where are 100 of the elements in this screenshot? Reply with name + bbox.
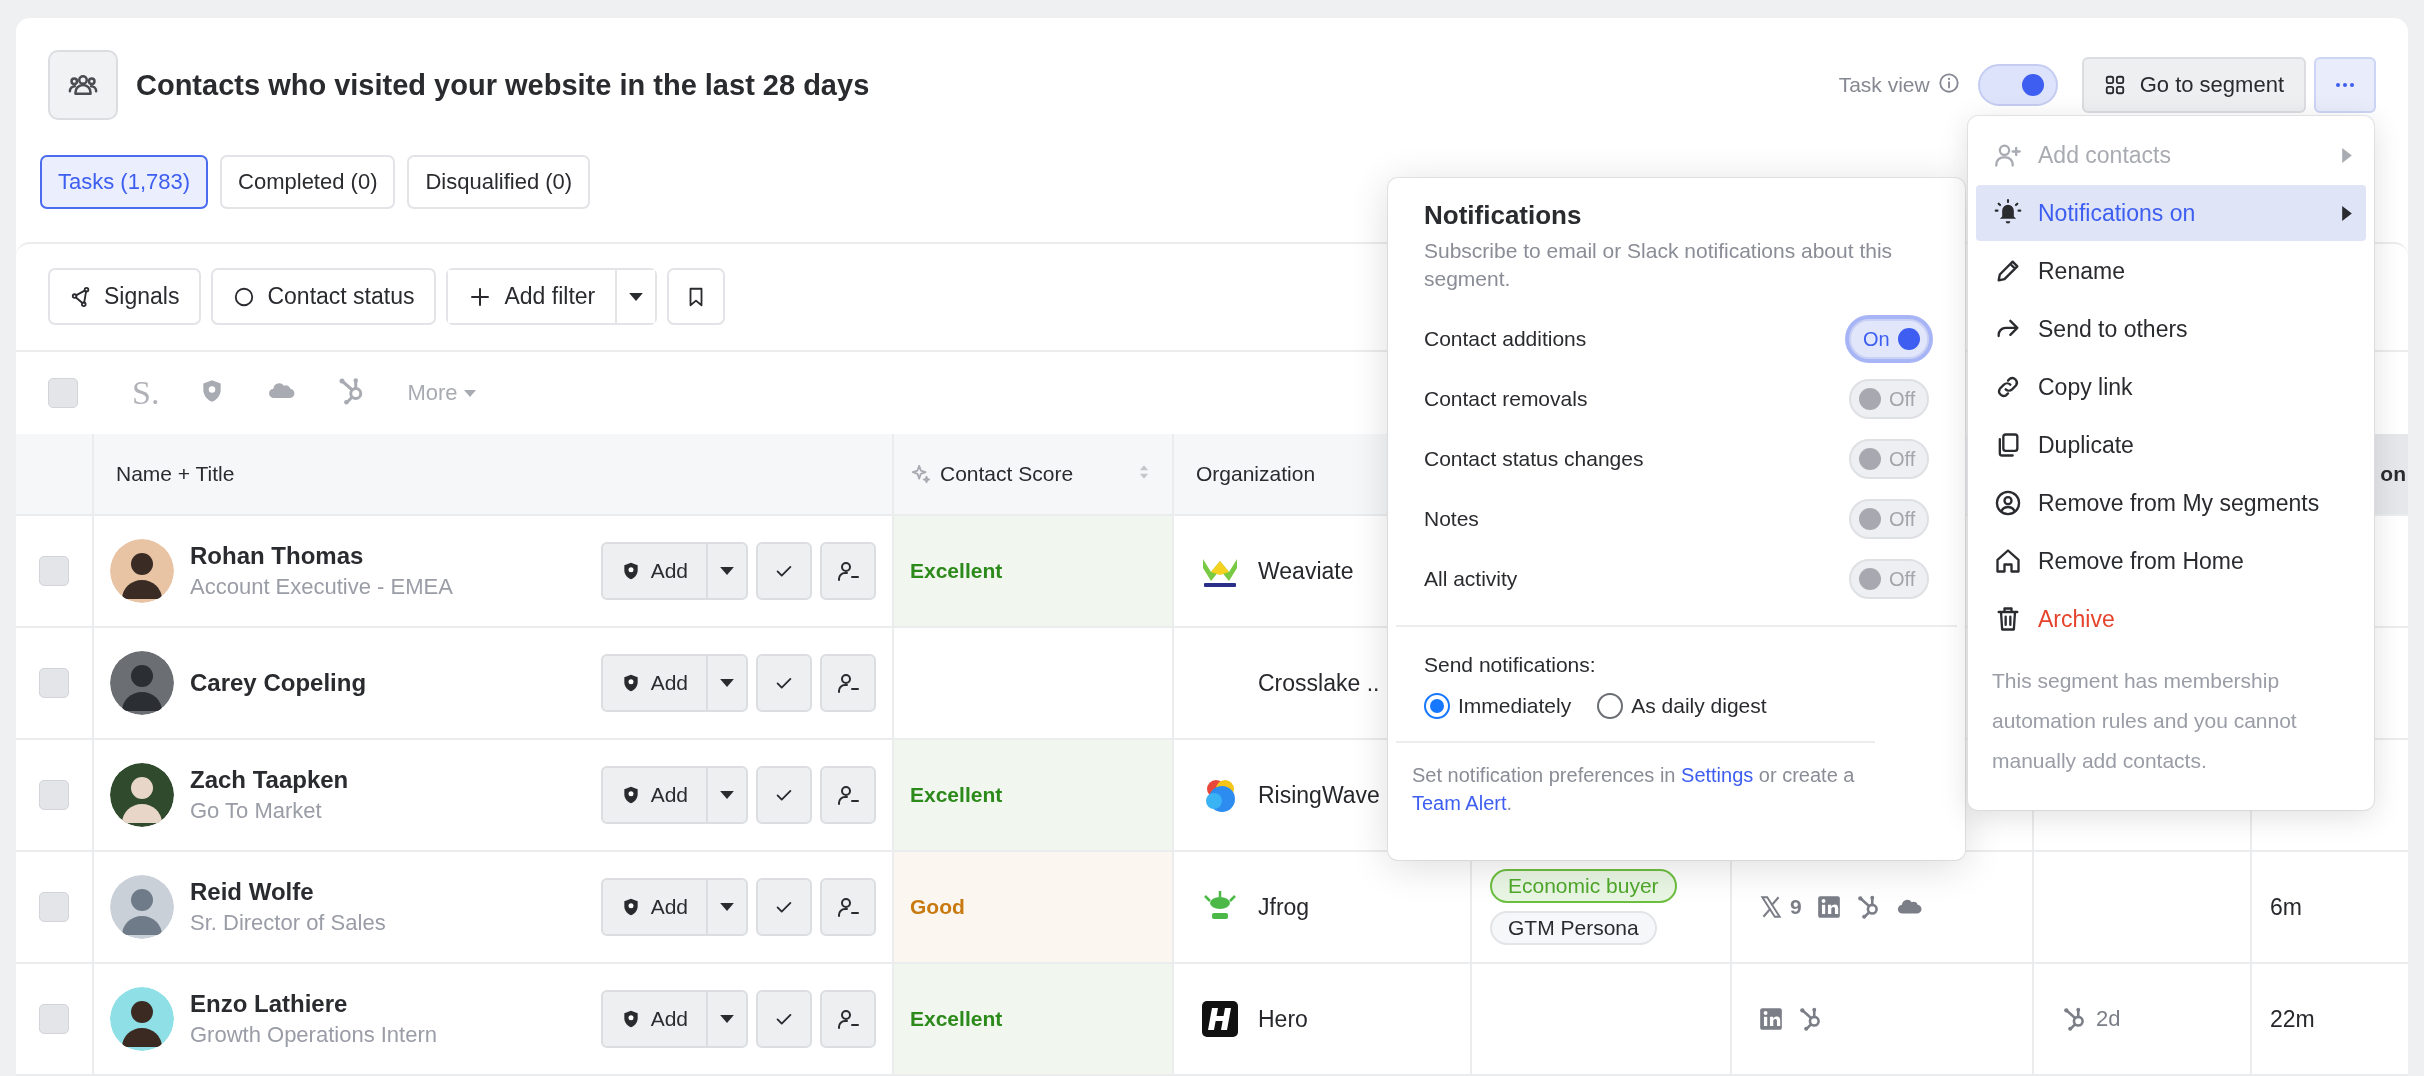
avatar — [110, 763, 174, 827]
caret-icon — [720, 1015, 734, 1023]
avatar — [110, 987, 174, 1051]
square-logo-icon — [1758, 1006, 1784, 1032]
circle-icon — [233, 285, 256, 308]
person-minus-icon — [836, 671, 860, 695]
toggle-label: Contact additions — [1424, 327, 1587, 351]
info-icon — [1937, 72, 1960, 94]
time-text: 6m — [2270, 893, 2302, 921]
signal-count: 9 — [1790, 895, 1802, 919]
caret-icon — [720, 567, 734, 575]
contact-title: Account Executive - EMEA — [190, 574, 454, 600]
send-label: Send notifications: — [1424, 653, 1597, 677]
bookmark-button[interactable] — [667, 268, 726, 325]
filter-button[interactable]: Contact status — [211, 268, 437, 325]
disqualify-button[interactable] — [820, 654, 876, 712]
grid-icon — [2103, 74, 2126, 96]
nodes-icon — [70, 285, 92, 308]
submenu-arrow-icon — [2342, 147, 2352, 163]
tag: GTM Persona — [1490, 911, 1657, 945]
tab[interactable]: Disqualified (0) — [407, 155, 591, 209]
contact-title: Sr. Director of Sales — [190, 910, 387, 936]
organization-name[interactable]: Weaviate — [1258, 557, 1354, 585]
footer-text: Set notification preferences in Settings or create a Team Alert. — [1412, 763, 1856, 816]
organization-name[interactable]: Crosslake .. — [1258, 669, 1380, 697]
task-view-label: Task view — [1838, 73, 1930, 97]
caret-icon — [720, 903, 734, 911]
column-header[interactable]: on — [2380, 462, 2406, 486]
submenu-arrow-icon — [2342, 205, 2352, 221]
checkbox[interactable] — [48, 378, 78, 408]
organization-name[interactable]: RisingWave — [1258, 781, 1380, 809]
menu-item[interactable]: Notifications on — [1976, 185, 2366, 241]
contact-name[interactable]: Rohan Thomas — [190, 542, 601, 570]
filter-button[interactable]: Signals — [48, 268, 202, 325]
integration-logo: S. — [132, 374, 160, 412]
checkbox[interactable] — [39, 892, 69, 922]
more-icon — [2334, 82, 2356, 88]
organization-name[interactable]: Hero — [1258, 1005, 1308, 1033]
caret-icon — [463, 389, 476, 397]
toggle-label: Contact status changes — [1424, 447, 1644, 471]
avatar — [110, 651, 174, 715]
disqualify-button[interactable] — [820, 990, 876, 1048]
user-circle-icon — [1994, 489, 2022, 517]
menu-item[interactable]: Archive — [1976, 591, 2366, 647]
column-header[interactable]: Organization — [1196, 462, 1316, 486]
column-header[interactable]: Name + Title — [116, 462, 235, 486]
contact-score: Excellent — [910, 559, 1003, 583]
sparkle-icon — [910, 463, 932, 485]
menu-note: This segment has membership automation rules and you cannot manually add contacts. — [1992, 668, 2298, 774]
person-minus-icon — [836, 1007, 860, 1031]
tab[interactable]: Completed (0) — [220, 155, 396, 209]
caret-icon — [629, 292, 644, 301]
menu-item[interactable]: Duplicate — [1976, 417, 2366, 473]
organization-name[interactable]: Jfrog — [1258, 893, 1310, 921]
tag: Economic buyer — [1490, 869, 1677, 903]
contact-score: Excellent — [910, 1007, 1003, 1031]
task-view-toggle[interactable] — [1977, 64, 2058, 106]
person-minus-icon — [836, 895, 860, 919]
team-alert-link[interactable]: Team Alert — [1412, 792, 1507, 814]
menu-item[interactable]: Rename — [1976, 243, 2366, 299]
disqualify-button[interactable] — [820, 878, 876, 936]
caret-icon — [720, 791, 734, 799]
tab[interactable]: Tasks (1,783) — [40, 155, 209, 209]
person-minus-icon — [836, 559, 860, 583]
contact-name[interactable]: Zach Taapken — [190, 766, 601, 794]
toggle-label: Notes — [1424, 507, 1479, 531]
checkbox[interactable] — [39, 1004, 69, 1034]
avatar — [110, 539, 174, 603]
go-to-segment-button[interactable]: Go to segment — [2081, 57, 2306, 113]
radio-option[interactable]: As daily digest — [1597, 693, 1767, 719]
contact-score: Good — [910, 895, 965, 919]
contact-title: Growth Operations Intern — [190, 1022, 438, 1048]
column-header[interactable]: Contact Score — [940, 462, 1074, 486]
checkbox[interactable] — [39, 556, 69, 586]
menu-item[interactable]: Remove from Home — [1976, 533, 2366, 589]
popup-title: Notifications — [1424, 200, 1583, 231]
dropdown-button[interactable] — [615, 270, 656, 323]
contact-name[interactable]: Reid Wolfe — [190, 878, 601, 906]
checkbox[interactable] — [39, 668, 69, 698]
contact-name[interactable]: Carey Copeling — [190, 669, 601, 697]
disqualify-button[interactable] — [820, 542, 876, 600]
caret-icon — [720, 679, 734, 687]
menu-item[interactable]: Copy link — [1976, 359, 2366, 415]
time-text: 22m — [2270, 1005, 2315, 1033]
radio-option[interactable]: Immediately — [1424, 693, 1572, 719]
menu-item[interactable]: Send to others — [1976, 301, 2366, 357]
disqualify-button[interactable] — [820, 766, 876, 824]
popup-subtitle: Subscribe to email or Slack notifications about this segment. — [1424, 238, 1894, 292]
contact-name[interactable]: Enzo Lathiere — [190, 990, 601, 1018]
toggle-label: All activity — [1424, 567, 1518, 591]
checkbox[interactable] — [39, 780, 69, 810]
cross-mark-icon — [1758, 894, 1784, 920]
square-logo-icon — [1815, 894, 1842, 920]
toggle-label: Contact removals — [1424, 387, 1588, 411]
page-title: Contacts who visited your website in the last 28 days — [136, 68, 870, 102]
menu-item[interactable]: Remove from My segments — [1976, 475, 2366, 531]
settings-link[interactable]: Settings — [1681, 764, 1754, 786]
home-icon — [1994, 547, 2022, 575]
contact-score: Excellent — [910, 783, 1003, 807]
avatar — [110, 875, 174, 939]
